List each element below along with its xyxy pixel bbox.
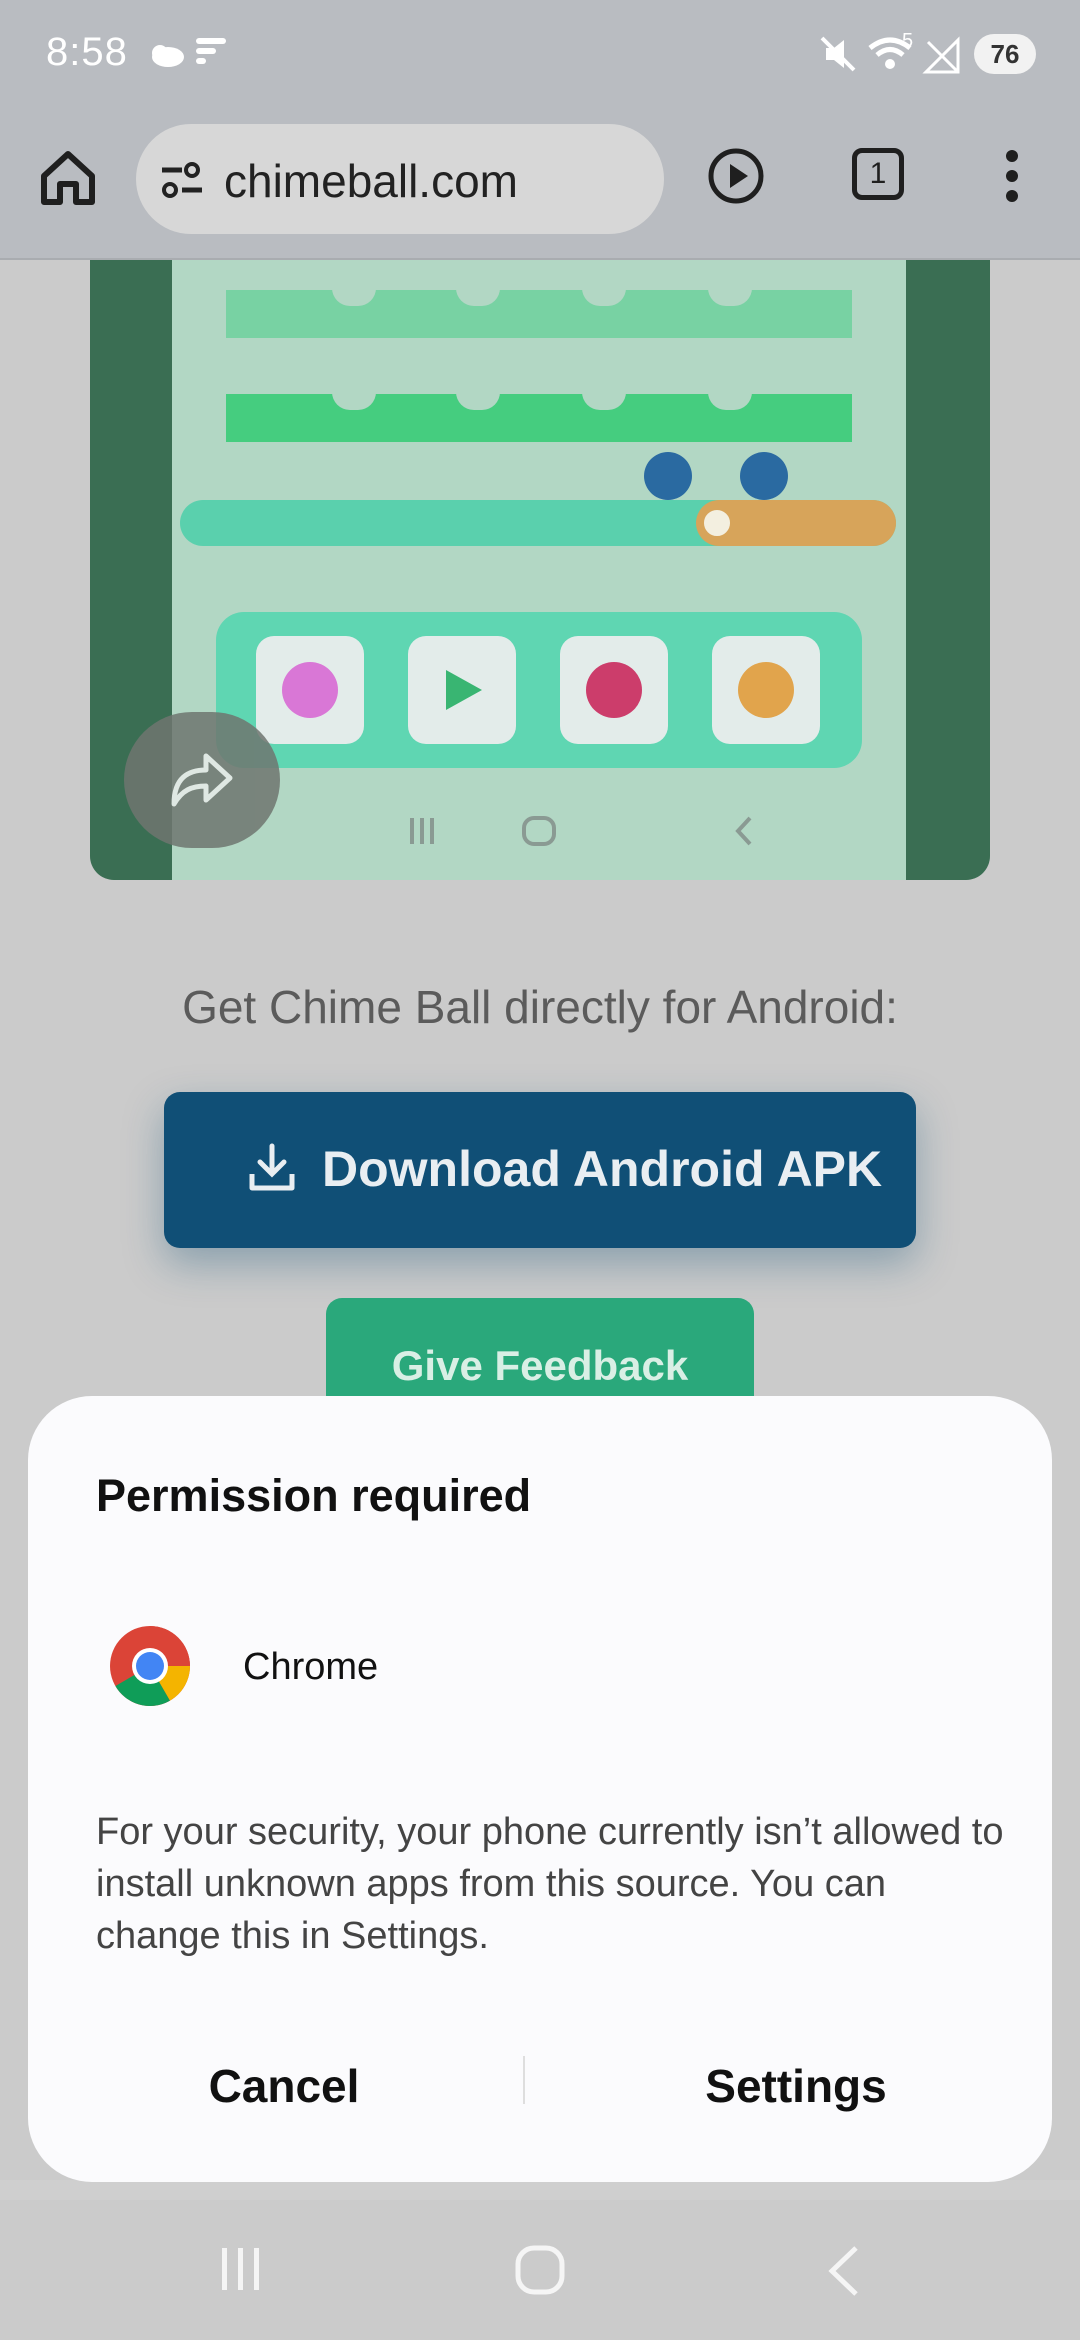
download-apk-label: Download Android APK (322, 1141, 883, 1197)
download-icon (249, 1143, 295, 1191)
permission-dialog: Permission required Chrome For your secu… (28, 1396, 1052, 2182)
tab-switcher-button[interactable]: 1 (852, 148, 904, 200)
screenshot-nav-bar (410, 816, 752, 846)
share-icon (171, 753, 233, 807)
back-icon[interactable] (824, 2244, 864, 2298)
level-stripe (226, 270, 852, 338)
browser-toolbar: chimeball.com 1 (0, 118, 1080, 260)
play-icon[interactable] (706, 146, 766, 206)
dialog-message: For your security, your phone currently … (96, 1811, 1004, 1957)
home-nav-icon[interactable] (514, 2244, 566, 2296)
share-button[interactable] (124, 712, 280, 848)
screenshot-screen (172, 260, 906, 880)
button-divider (523, 2056, 525, 2104)
cancel-button[interactable]: Cancel (28, 2036, 540, 2136)
control-panel (216, 612, 862, 768)
more-menu-icon[interactable] (1000, 148, 1024, 204)
status-time: 8:58 (46, 30, 128, 74)
cast-icon (196, 38, 226, 64)
ball (740, 452, 788, 500)
color-tile (560, 636, 668, 744)
app-name: Chrome (243, 1646, 379, 1688)
progress-track (180, 500, 896, 546)
settings-button[interactable]: Settings (540, 2036, 1052, 2136)
site-settings-icon[interactable] (158, 160, 206, 200)
ball (644, 452, 692, 500)
system-nav-bar (0, 2200, 1080, 2340)
color-tile (712, 636, 820, 744)
home-icon[interactable] (36, 146, 100, 210)
wifi-badge: 5 (902, 30, 914, 52)
cloud-icon (152, 45, 184, 67)
url-bar[interactable]: chimeball.com (136, 124, 664, 234)
battery-indicator: 76 (974, 34, 1036, 74)
download-apk-button[interactable]: Download Android APK (164, 1092, 916, 1248)
play-tile (408, 636, 516, 744)
url-text: chimeball.com (224, 155, 518, 207)
download-prompt-text: Get Chime Ball directly for Android: (182, 981, 898, 1033)
level-stripe (226, 374, 852, 442)
status-bar: 8:58 5 76 (0, 0, 1080, 118)
no-signal-icon (922, 36, 960, 74)
color-tile (256, 636, 364, 744)
mute-icon (820, 36, 856, 72)
chrome-icon (110, 1626, 190, 1706)
dialog-title: Permission required (96, 1470, 532, 1521)
recent-apps-icon[interactable] (216, 2244, 264, 2294)
